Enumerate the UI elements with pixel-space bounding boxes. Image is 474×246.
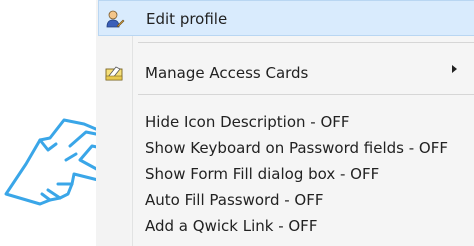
menu-item-label: Hide Icon Description - OFF (145, 113, 350, 131)
user-edit-icon (106, 10, 125, 28)
screenshot-stage: Edit profile Manage Access Cards Hide Ic… (0, 0, 474, 246)
menu-item-label: Show Keyboard on Password fields - OFF (145, 139, 448, 157)
access-card-icon (105, 66, 123, 81)
menu-item-edit-profile[interactable]: Edit profile (98, 0, 474, 36)
menu-item-label: Auto Fill Password - OFF (145, 191, 324, 209)
menu-item-label: Show Form Fill dialog box - OFF (145, 165, 380, 183)
context-menu: Edit profile Manage Access Cards Hide Ic… (96, 0, 474, 246)
menu-separator (138, 94, 474, 95)
submenu-arrow-icon (452, 65, 457, 73)
menu-item-label: Manage Access Cards (145, 64, 309, 82)
menu-item-label: Edit profile (146, 10, 228, 28)
menu-item-add-qwick-link[interactable]: Add a Qwick Link - OFF (98, 208, 474, 244)
menu-item-manage-access-cards[interactable]: Manage Access Cards (98, 55, 474, 91)
menu-item-label: Add a Qwick Link - OFF (145, 217, 318, 235)
menu-separator (138, 42, 474, 43)
